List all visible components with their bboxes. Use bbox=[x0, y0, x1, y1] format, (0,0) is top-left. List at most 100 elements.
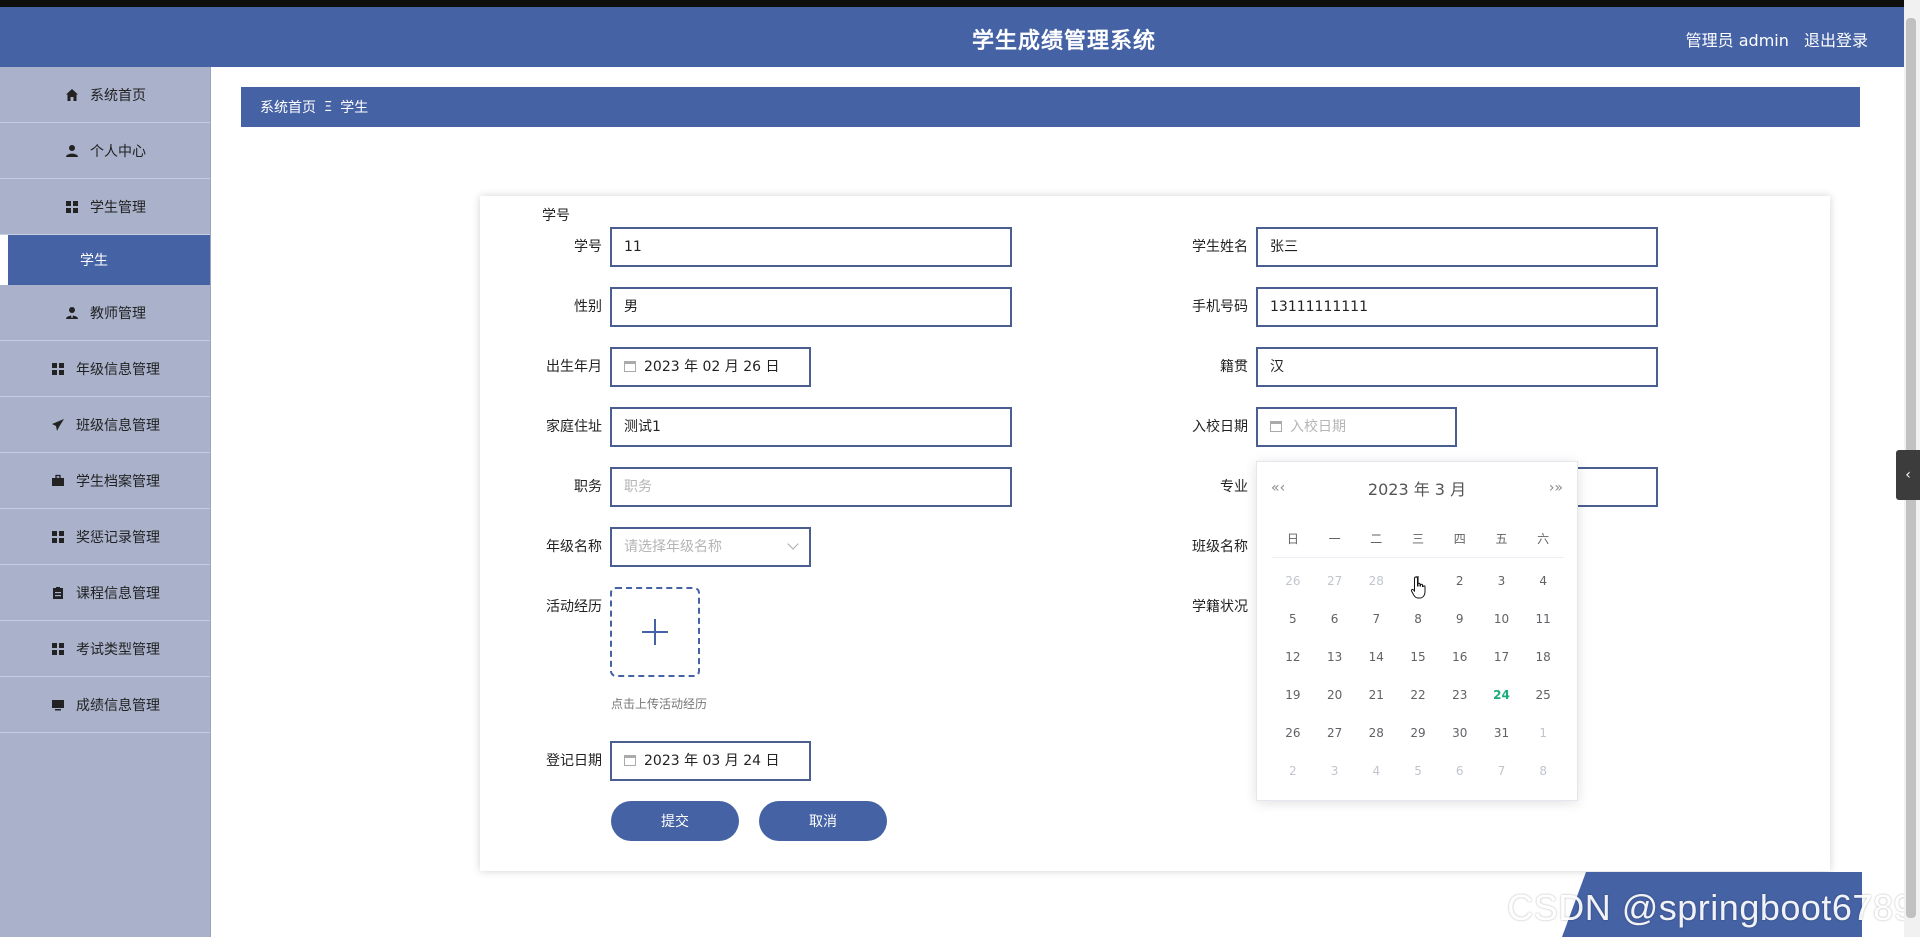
student-no-input[interactable]: 11 bbox=[610, 227, 1012, 267]
date-cell[interactable]: 5 bbox=[1397, 752, 1439, 790]
chevron-down-icon bbox=[787, 538, 799, 550]
date-cell[interactable]: 28 bbox=[1355, 562, 1397, 600]
date-cell[interactable]: 6 bbox=[1314, 600, 1356, 638]
date-cell-today[interactable]: 24 bbox=[1481, 676, 1523, 714]
date-cell[interactable]: 22 bbox=[1397, 676, 1439, 714]
activity-upload-button[interactable] bbox=[610, 587, 700, 677]
position-label: 职务 bbox=[574, 479, 602, 495]
date-cell[interactable]: 18 bbox=[1522, 638, 1564, 676]
origin-input[interactable]: 汉 bbox=[1256, 347, 1658, 387]
date-cell[interactable]: 3 bbox=[1314, 752, 1356, 790]
watermark: CSDN @springboot6789 bbox=[1507, 887, 1914, 928]
date-cell[interactable]: 27 bbox=[1314, 562, 1356, 600]
date-cell[interactable]: 29 bbox=[1397, 714, 1439, 752]
weekday-label: 二 bbox=[1370, 532, 1383, 546]
home-icon bbox=[64, 87, 80, 103]
date-picker-popup: «‹ 2023 年 3 月 ›» 日 一 二 三 四 五 六 26 27 28 … bbox=[1256, 461, 1578, 801]
plus-icon bbox=[642, 619, 668, 645]
date-cell[interactable]: 17 bbox=[1481, 638, 1523, 676]
class-name-label: 班级名称 bbox=[1192, 539, 1248, 555]
date-cell[interactable]: 31 bbox=[1481, 714, 1523, 752]
sidebar-item-student-archive[interactable]: 学生档案管理 bbox=[0, 453, 210, 509]
sidebar-item-teacher-management[interactable]: 教师管理 bbox=[0, 285, 210, 341]
enroll-date-input[interactable]: 入校日期 bbox=[1256, 407, 1457, 447]
date-cell[interactable]: 23 bbox=[1439, 676, 1481, 714]
date-cell[interactable]: 5 bbox=[1272, 600, 1314, 638]
sidebar-item-student-management[interactable]: 学生管理 bbox=[0, 179, 210, 235]
date-cell[interactable]: 4 bbox=[1355, 752, 1397, 790]
date-cell[interactable]: 28 bbox=[1355, 714, 1397, 752]
date-cell[interactable]: 8 bbox=[1522, 752, 1564, 790]
date-cell[interactable]: 3 bbox=[1481, 562, 1523, 600]
date-cell[interactable]: 20 bbox=[1314, 676, 1356, 714]
hand-cursor-icon bbox=[1410, 576, 1426, 599]
sidebar-item-score-info[interactable]: 成绩信息管理 bbox=[0, 677, 210, 733]
sidebar-item-home[interactable]: 系统首页 bbox=[0, 67, 210, 123]
app-title: 学生成绩管理系统 bbox=[971, 29, 1156, 54]
grid-icon bbox=[50, 361, 66, 377]
calendar-icon bbox=[1270, 421, 1282, 432]
position-input[interactable]: 职务 bbox=[610, 467, 1012, 507]
clipboard-icon bbox=[50, 585, 66, 601]
sidebar-item-profile[interactable]: 个人中心 bbox=[0, 123, 210, 179]
grade-select-placeholder: 请选择年级名称 bbox=[624, 539, 722, 555]
register-date-input[interactable]: 2023 年 03 月 24 日 bbox=[610, 741, 811, 781]
date-cell[interactable]: 7 bbox=[1355, 600, 1397, 638]
date-cell[interactable]: 26 bbox=[1272, 714, 1314, 752]
date-cell[interactable]: 1 bbox=[1522, 714, 1564, 752]
date-cell[interactable]: 6 bbox=[1439, 752, 1481, 790]
phone-input[interactable]: 13111111111 bbox=[1256, 287, 1658, 327]
submit-button[interactable]: 提交 bbox=[611, 801, 739, 841]
sidebar-item-exam-type[interactable]: 考试类型管理 bbox=[0, 621, 210, 677]
date-cell[interactable]: 13 bbox=[1314, 638, 1356, 676]
date-cell[interactable]: 12 bbox=[1272, 638, 1314, 676]
date-cell[interactable]: 16 bbox=[1439, 638, 1481, 676]
date-cell[interactable]: 10 bbox=[1481, 600, 1523, 638]
sidebar-item-label: 年级信息管理 bbox=[76, 361, 160, 378]
date-cell[interactable]: 4 bbox=[1522, 562, 1564, 600]
address-input[interactable]: 测试1 bbox=[610, 407, 1012, 447]
calendar-icon bbox=[624, 361, 636, 372]
date-cell[interactable]: 2 bbox=[1272, 752, 1314, 790]
date-picker-header: 2023 年 3 月 bbox=[1367, 480, 1467, 499]
upload-hint: 点击上传活动经历 bbox=[611, 697, 708, 711]
weekday-label: 四 bbox=[1453, 532, 1466, 546]
date-cell[interactable]: 8 bbox=[1397, 600, 1439, 638]
date-cell[interactable]: 30 bbox=[1439, 714, 1481, 752]
date-cell[interactable]: 14 bbox=[1355, 638, 1397, 676]
next-month-year-button[interactable]: ›» bbox=[1549, 480, 1563, 496]
address-label: 家庭住址 bbox=[546, 419, 602, 435]
student-name-label: 学生姓名 bbox=[1192, 239, 1248, 255]
weekday-row: 日 一 二 三 四 五 六 bbox=[1272, 522, 1564, 558]
date-cell[interactable]: 11 bbox=[1522, 600, 1564, 638]
user-info: 管理员 admin 退出登录 bbox=[1676, 27, 1868, 51]
sidebar: 系统首页 个人中心 学生管理 学生 教师管理 年级信息管理 班级信息管理 学生档… bbox=[0, 67, 211, 937]
sidebar-item-reward-records[interactable]: 奖惩记录管理 bbox=[0, 509, 210, 565]
grade-select[interactable]: 请选择年级名称 bbox=[610, 527, 811, 567]
gender-input[interactable]: 男 bbox=[610, 287, 1012, 327]
date-row: 12 13 14 15 16 17 18 bbox=[1272, 638, 1564, 676]
date-cell[interactable]: 21 bbox=[1355, 676, 1397, 714]
breadcrumb-home[interactable]: 系统首页 bbox=[260, 97, 316, 117]
sidebar-item-student[interactable]: 学生 bbox=[0, 235, 210, 285]
birth-date-input[interactable]: 2023 年 02 月 26 日 bbox=[610, 347, 811, 387]
date-cell[interactable]: 26 bbox=[1272, 562, 1314, 600]
grid-icon bbox=[50, 529, 66, 545]
student-name-input[interactable]: 张三 bbox=[1256, 227, 1658, 267]
date-cell[interactable]: 7 bbox=[1481, 752, 1523, 790]
date-cell[interactable]: 2 bbox=[1439, 562, 1481, 600]
sidebar-item-course-info[interactable]: 课程信息管理 bbox=[0, 565, 210, 621]
date-row: 19 20 21 22 23 24 25 bbox=[1272, 676, 1564, 714]
date-cell[interactable]: 25 bbox=[1522, 676, 1564, 714]
logout-link[interactable]: 退出登录 bbox=[1804, 31, 1868, 50]
status-label: 学籍状况 bbox=[1192, 599, 1248, 615]
side-panel-toggle[interactable]: ‹ bbox=[1896, 450, 1920, 500]
date-cell[interactable]: 9 bbox=[1439, 600, 1481, 638]
date-cell[interactable]: 15 bbox=[1397, 638, 1439, 676]
cancel-button[interactable]: 取消 bbox=[759, 801, 887, 841]
sidebar-item-class-info[interactable]: 班级信息管理 bbox=[0, 397, 210, 453]
date-cell[interactable]: 19 bbox=[1272, 676, 1314, 714]
date-cell[interactable]: 27 bbox=[1314, 714, 1356, 752]
sidebar-item-grade-info[interactable]: 年级信息管理 bbox=[0, 341, 210, 397]
monitor-icon bbox=[50, 697, 66, 713]
